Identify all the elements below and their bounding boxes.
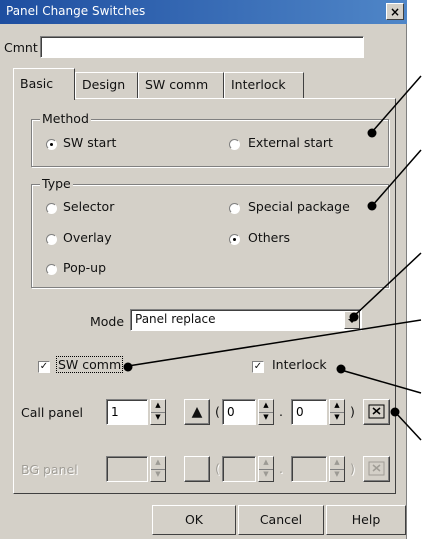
bg-panel-label: BG panel [21,462,78,477]
radio-external-start-label: External start [248,135,333,150]
interlock-checkbox-label: Interlock [272,357,327,372]
bg-panel-spin[interactable]: ▲ ▼ [150,456,166,482]
bg-panel-paren-close: ) [350,461,355,476]
spin-down-icon[interactable]: ▼ [330,412,344,424]
bg-panel-paren-open: ( [215,461,220,476]
radio-external-start[interactable] [229,139,240,150]
radio-special-package-label: Special package [248,199,350,214]
tab-design[interactable]: Design [75,72,138,98]
close-icon[interactable]: × [386,3,404,20]
coordinate-picker-icon[interactable] [363,456,390,482]
help-button[interactable]: Help [326,505,406,535]
radio-others-label: Others [248,230,291,245]
spin-down-icon[interactable]: ▼ [259,412,273,424]
radio-selector-label: Selector [63,199,115,214]
radio-special-package[interactable] [229,203,240,214]
tab-basic[interactable]: Basic [13,68,75,100]
call-panel-x-input[interactable] [222,399,256,425]
method-group-title: Method [40,111,91,126]
spin-down-icon[interactable]: ▼ [259,469,273,481]
triangle-up-icon[interactable]: ▲ [184,399,210,425]
call-panel-spin[interactable]: ▲ ▼ [150,399,166,425]
comment-input[interactable] [40,36,364,58]
radio-sw-start[interactable] [46,139,57,150]
radio-pop-up[interactable] [46,264,57,275]
interlock-checkbox[interactable]: ✓ [252,361,264,373]
sw-comm-checkbox[interactable]: ✓ [38,361,50,373]
comment-label: Cmnt [4,40,38,55]
bg-panel-blank-button[interactable] [184,456,210,482]
call-panel-input[interactable] [106,399,148,425]
radio-selector[interactable] [46,203,57,214]
ok-button[interactable]: OK [152,505,236,535]
spin-down-icon[interactable]: ▼ [151,469,165,481]
call-panel-y-input[interactable] [291,399,327,425]
title-bar[interactable]: Panel Change Switches × [0,0,407,24]
call-panel-paren-open: ( [215,404,220,419]
mode-select-value: Panel replace [135,312,216,326]
bg-panel-separator: . [279,461,283,476]
radio-others[interactable] [229,234,240,245]
panel-change-switches-dialog: Panel Change Switches × Cmnt Basic Desig… [0,0,407,539]
window-title: Panel Change Switches [6,4,146,18]
chevron-down-icon[interactable] [344,311,360,329]
tab-sw-comm[interactable]: SW comm [138,72,224,98]
mode-select[interactable]: Panel replace [130,309,362,331]
bg-panel-y-spin[interactable]: ▲ ▼ [329,456,345,482]
bg-panel-y-input[interactable] [291,456,327,482]
call-panel-paren-close: ) [350,404,355,419]
bg-panel-input[interactable] [106,456,148,482]
radio-overlay[interactable] [46,234,57,245]
call-panel-x-spin[interactable]: ▲ ▼ [258,399,274,425]
call-panel-separator: . [279,404,283,419]
bg-panel-x-spin[interactable]: ▲ ▼ [258,456,274,482]
radio-sw-start-label: SW start [63,135,117,150]
coordinate-picker-icon[interactable] [363,399,390,425]
call-panel-y-spin[interactable]: ▲ ▼ [329,399,345,425]
type-group-title: Type [40,176,73,191]
spin-down-icon[interactable]: ▼ [330,469,344,481]
tab-interlock[interactable]: Interlock [224,72,304,98]
cancel-button[interactable]: Cancel [238,505,324,535]
sw-comm-checkbox-label: SW comm [55,356,124,373]
call-panel-label: Call panel [21,405,83,420]
radio-overlay-label: Overlay [63,230,112,245]
bg-panel-x-input[interactable] [222,456,256,482]
spin-down-icon[interactable]: ▼ [151,412,165,424]
mode-label: Mode [90,314,125,329]
radio-pop-up-label: Pop-up [63,260,107,275]
